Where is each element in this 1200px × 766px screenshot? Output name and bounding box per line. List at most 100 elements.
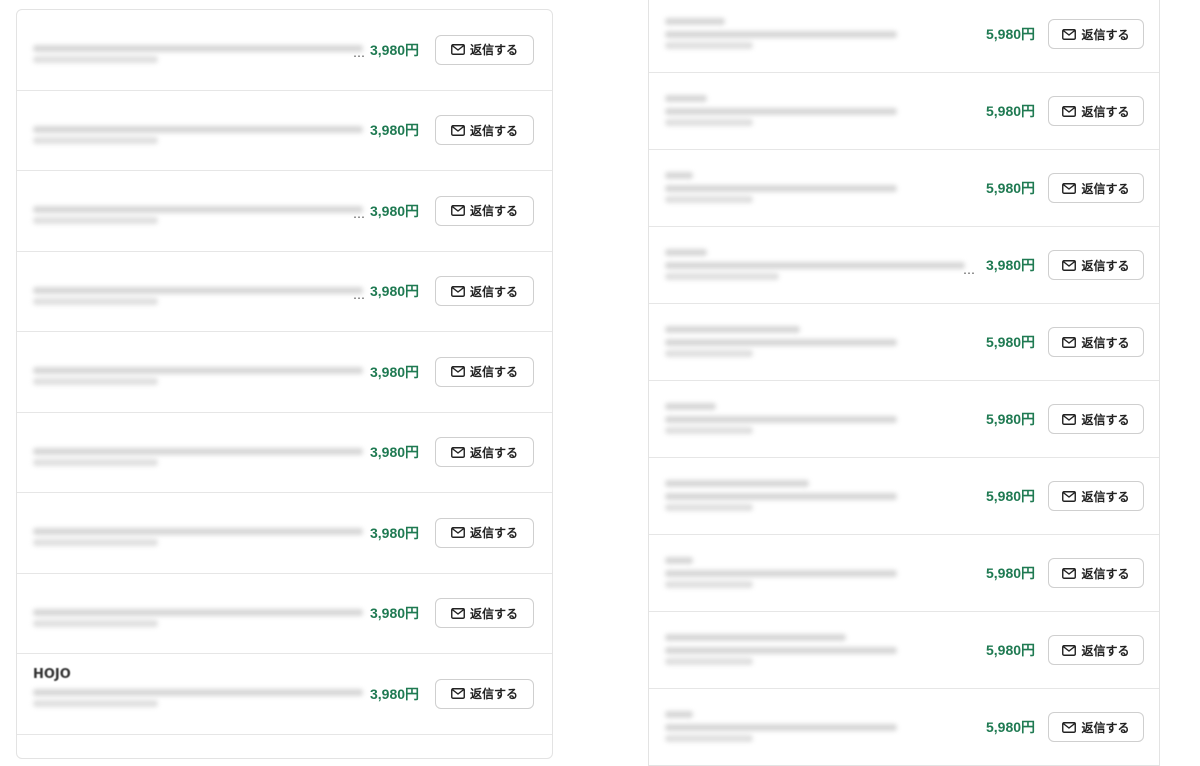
message-line	[665, 480, 809, 487]
reply-button-label: 返信する	[469, 123, 518, 138]
price: 3,980円	[986, 257, 1036, 273]
blurred-message-preview	[33, 344, 363, 385]
message-line	[665, 570, 897, 577]
list-item: 3,980円 返信する	[17, 574, 552, 654]
reply-button[interactable]: 返信する	[435, 276, 534, 307]
reply-button-label: 返信する	[1081, 258, 1130, 273]
message-line	[665, 557, 693, 564]
left-message-list: … 3,980円 返信する 3,980円 返信する … 3,980円 返信する …	[16, 9, 553, 759]
mail-icon	[1062, 567, 1077, 579]
message-line	[665, 95, 707, 102]
message-line	[33, 45, 363, 52]
list-item: 5,980円 返信する	[649, 612, 1159, 689]
list-item: … 3,980円 返信する	[17, 171, 552, 252]
reply-button[interactable]: 返信する	[435, 517, 534, 548]
blurred-message-preview	[665, 316, 897, 357]
reply-button[interactable]: 返信する	[435, 356, 534, 387]
list-item: 5,980円 返信する	[649, 458, 1159, 535]
message-line	[665, 273, 779, 280]
reply-button[interactable]: 返信する	[435, 34, 534, 65]
reply-button-label: 返信する	[469, 687, 518, 702]
price: 5,980円	[986, 719, 1036, 735]
blurred-message-preview	[665, 239, 965, 280]
reply-button-label: 返信する	[1081, 412, 1130, 427]
mail-icon	[1062, 28, 1077, 40]
message-line	[665, 735, 754, 742]
blurred-message-preview	[665, 162, 897, 203]
blurred-message-preview	[33, 264, 363, 305]
message-line	[33, 125, 363, 133]
list-item: … 3,980円 返信する	[17, 10, 552, 91]
message-line	[33, 528, 363, 535]
reply-button[interactable]: 返信する	[1048, 96, 1144, 126]
message-line	[33, 378, 159, 385]
message-line	[665, 108, 897, 115]
list-item: … 3,980円 返信する	[17, 252, 552, 332]
reply-button[interactable]: 返信する	[435, 115, 534, 146]
mail-icon	[1062, 259, 1077, 271]
message-line	[665, 581, 754, 588]
message-line	[33, 608, 363, 616]
message-line	[665, 493, 897, 500]
price: 3,980円	[370, 605, 420, 622]
message-line	[33, 689, 363, 696]
message-line	[665, 326, 800, 333]
blurred-message-preview	[665, 624, 897, 665]
reply-button[interactable]: 返信する	[1048, 712, 1144, 742]
message-line	[33, 447, 363, 455]
reply-button-label: 返信する	[469, 526, 518, 541]
blurred-message-preview	[33, 586, 363, 627]
message-line	[665, 350, 754, 357]
sender-name	[33, 183, 363, 200]
message-line	[33, 367, 363, 374]
list-item: 5,980円 返信する	[649, 535, 1159, 612]
reply-button[interactable]: 返信する	[1048, 173, 1144, 203]
message-line	[665, 711, 693, 718]
message-line	[665, 172, 693, 179]
mail-icon	[1062, 105, 1077, 117]
list-item: … 3,980円 返信する	[649, 227, 1159, 304]
reply-button[interactable]: 返信する	[1048, 327, 1144, 357]
truncation-ellipsis: …	[963, 263, 975, 277]
price: 5,980円	[986, 642, 1036, 658]
message-line	[665, 31, 897, 38]
price: 3,980円	[370, 122, 420, 139]
reply-button[interactable]: 返信する	[1048, 481, 1144, 511]
reply-button[interactable]: 返信する	[435, 678, 534, 709]
message-line	[33, 539, 159, 546]
list-item: 5,980円 返信する	[649, 150, 1159, 227]
message-line	[665, 339, 897, 346]
sender-name	[33, 344, 363, 361]
message-line	[665, 658, 754, 665]
reply-button[interactable]: 返信する	[1048, 250, 1144, 280]
reply-button[interactable]: 返信する	[435, 437, 534, 468]
reply-button-label: 返信する	[1081, 335, 1130, 350]
mail-icon	[451, 527, 465, 539]
price: 5,980円	[986, 26, 1036, 42]
mail-icon	[451, 688, 465, 700]
list-item: 3,980円 返信する	[17, 332, 552, 413]
price: 3,980円	[370, 41, 420, 58]
mail-icon	[1062, 182, 1077, 194]
reply-button-label: 返信する	[469, 204, 518, 219]
mail-icon	[1062, 644, 1077, 656]
message-line	[665, 119, 754, 126]
reply-button[interactable]: 返信する	[1048, 635, 1144, 665]
reply-button[interactable]: 返信する	[435, 598, 534, 629]
message-line	[665, 42, 754, 49]
price: 3,980円	[370, 363, 420, 380]
sender-name: HOJO	[33, 667, 71, 682]
blurred-message-preview	[33, 505, 363, 546]
reply-button[interactable]: 返信する	[435, 195, 534, 226]
blurred-message-preview	[665, 470, 897, 511]
reply-button[interactable]: 返信する	[1048, 558, 1144, 588]
message-line	[665, 724, 897, 731]
reply-button[interactable]: 返信する	[1048, 404, 1144, 434]
reply-button-label: 返信する	[469, 284, 518, 299]
price: 3,980円	[370, 524, 420, 541]
mail-icon	[451, 446, 465, 458]
mail-icon	[451, 124, 465, 136]
reply-button[interactable]: 返信する	[1048, 19, 1144, 49]
reply-button-label: 返信する	[1081, 643, 1130, 658]
reply-button-label: 返信する	[1081, 27, 1130, 42]
